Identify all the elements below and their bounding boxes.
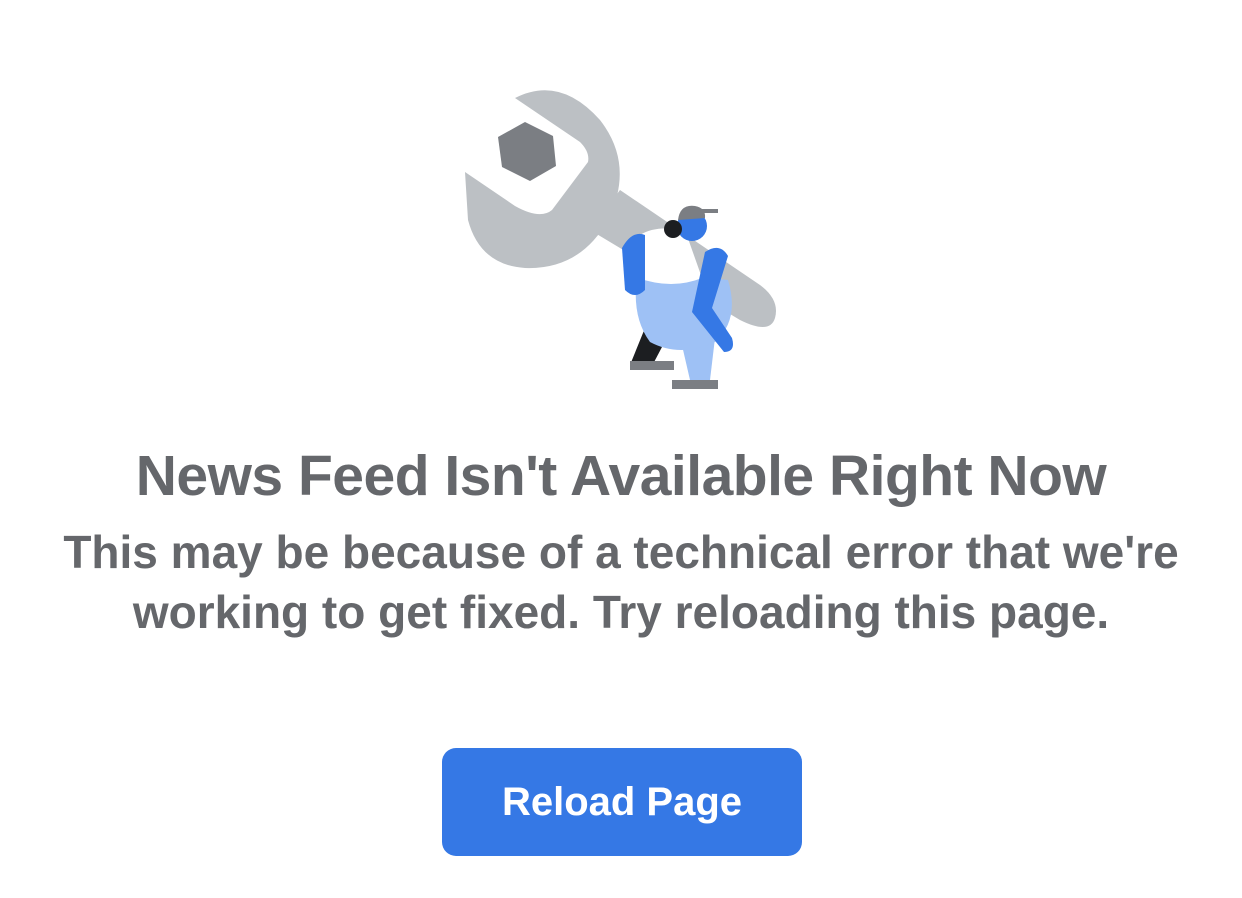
wrench-head [465,90,620,269]
error-title: News Feed Isn't Available Right Now [135,444,1107,508]
nut-icon [498,122,556,181]
figure-arm-back [622,233,645,295]
reload-page-button[interactable]: Reload Page [442,748,802,856]
figure-hair [664,220,682,238]
figure-shoe-back [630,361,674,370]
error-description: This may be because of a technical error… [63,526,1179,638]
figure-shoe-front [672,380,718,389]
wrench-worker-illustration [440,80,800,400]
error-page: News Feed Isn't Available Right Now This… [0,0,1242,898]
cap-brim [698,209,718,213]
